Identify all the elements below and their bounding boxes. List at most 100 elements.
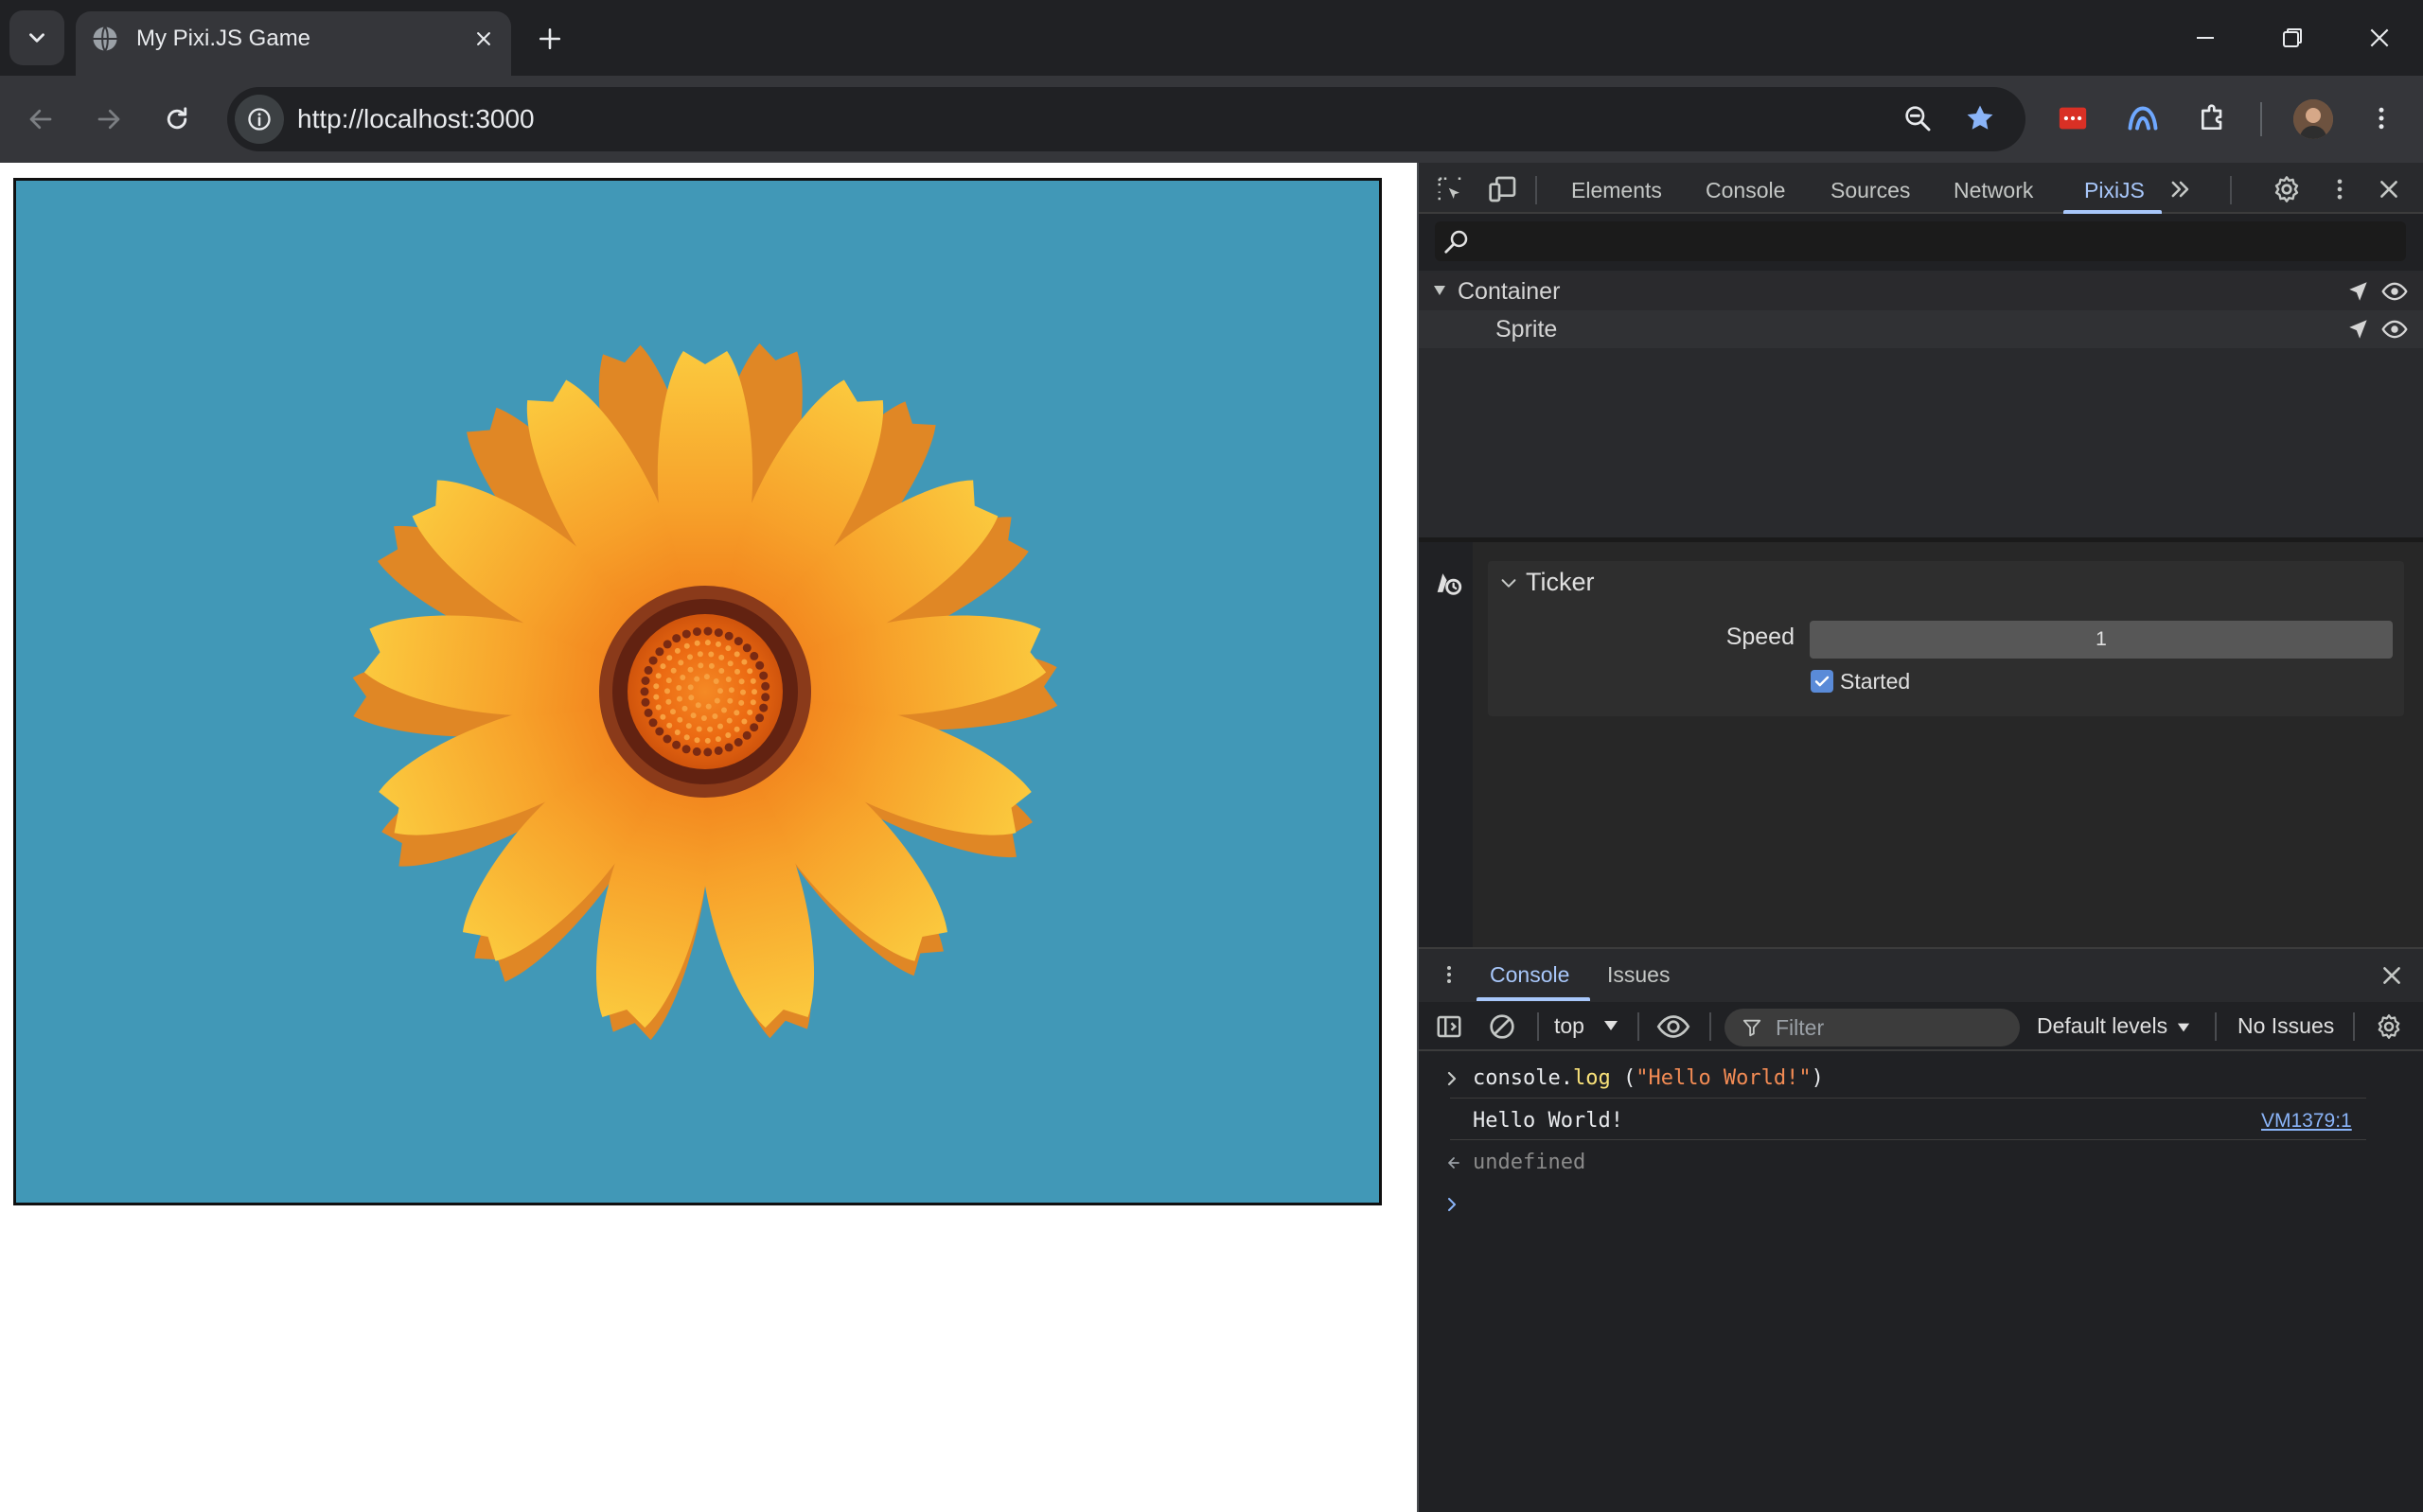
chevron-down-icon[interactable] [1495, 570, 1522, 596]
filter-icon [1740, 1015, 1764, 1040]
pixi-canvas[interactable] [13, 178, 1382, 1205]
tab-elements[interactable]: Elements [1571, 176, 1662, 204]
vpn-extension[interactable] [2120, 96, 2166, 141]
select-arrow-icon[interactable] [2343, 314, 2374, 344]
flower-center-dot [672, 740, 681, 749]
new-tab-button[interactable] [530, 19, 570, 59]
tab-close-button[interactable] [468, 23, 500, 55]
flower-sprite [352, 343, 1058, 1041]
flower-center-dot [728, 687, 734, 694]
device-toolbar-button[interactable] [1484, 170, 1522, 208]
eye-icon[interactable] [2379, 276, 2410, 307]
active-tab-indicator [2063, 210, 2162, 214]
url-text[interactable]: http://localhost:3000 [297, 102, 535, 136]
issues-counter[interactable]: No Issues [2237, 1011, 2334, 1041]
flower-center-dot [653, 683, 660, 690]
log-levels-dropdown[interactable]: Default levels [2037, 1011, 2190, 1041]
tree-label-sprite[interactable]: Sprite [1495, 314, 1557, 344]
forward-button[interactable] [87, 97, 131, 141]
site-info-button[interactable] [235, 95, 284, 144]
clear-icon [1490, 1014, 1514, 1039]
drawer-tab-issues[interactable]: Issues [1607, 960, 1670, 989]
reload-button[interactable] [155, 97, 199, 141]
password-manager-extension[interactable] [2050, 96, 2096, 141]
started-checkbox[interactable] [1811, 670, 1833, 693]
flower-center-dot [641, 697, 650, 707]
flower-center-dot [698, 662, 704, 669]
window-close-button[interactable] [2351, 11, 2408, 64]
flower-center-dot [726, 717, 733, 724]
flower-center-dot [724, 631, 734, 641]
flower-center-dot [678, 659, 684, 666]
log-levels-label: Default levels [2037, 1013, 2168, 1038]
command-object: console [1473, 1066, 1561, 1090]
live-expression-button[interactable] [1654, 1008, 1692, 1046]
expand-triangle-icon[interactable] [1431, 282, 1448, 299]
started-label[interactable]: Started [1840, 667, 1910, 695]
flower-center-dot [697, 651, 703, 658]
scene-search-input[interactable] [1435, 221, 2406, 261]
context-selector[interactable]: top [1554, 1011, 1584, 1041]
devtools-menu-button[interactable] [2321, 170, 2359, 208]
flower-center-dot [725, 677, 732, 682]
flower-center-dot [664, 688, 670, 694]
console-settings-button[interactable] [2370, 1008, 2408, 1046]
toolbar-separator [1537, 1012, 1539, 1041]
console-source-link[interactable]: VM1379:1 [2261, 1108, 2352, 1134]
drawer-close-button[interactable] [2374, 958, 2410, 993]
flower-center-dot [677, 716, 683, 723]
flower-center-dot [660, 663, 666, 670]
flower-center-dot [704, 737, 711, 744]
minimize-button[interactable] [2177, 11, 2234, 64]
tab-pixijs[interactable]: PixiJS [2084, 176, 2145, 204]
flower-center-dot [641, 677, 650, 685]
back-button[interactable] [19, 97, 62, 141]
select-arrow-icon[interactable] [2343, 276, 2374, 307]
filter-input[interactable] [1724, 1009, 2020, 1046]
flower-center-dot [750, 677, 756, 684]
flower-center-dot [677, 695, 682, 702]
tab-console[interactable]: Console [1706, 176, 1785, 204]
tab-search-button[interactable] [9, 10, 64, 65]
flower-center-dot [694, 676, 700, 682]
gear-icon [2274, 176, 2299, 202]
flower-center-dot [742, 730, 752, 740]
flower-center-dot [695, 702, 701, 709]
eye-icon[interactable] [2379, 314, 2410, 344]
clear-console-button[interactable] [1483, 1008, 1521, 1046]
inspect-element-button[interactable] [1431, 170, 1469, 208]
console-return-value: undefined [1473, 1151, 1586, 1174]
tab-sources[interactable]: Sources [1831, 176, 1910, 204]
prompt-chevron-icon[interactable] [1441, 1190, 1463, 1219]
dropdown-arrow-icon[interactable] [1601, 1014, 1620, 1037]
flower-center-dot [727, 660, 734, 667]
flower-center-dot [703, 747, 713, 757]
tab-network[interactable]: Network [1954, 176, 2033, 204]
more-tabs-button[interactable] [2162, 170, 2200, 208]
ticker-title[interactable]: Ticker [1526, 565, 1595, 599]
profile-avatar[interactable] [2293, 99, 2333, 139]
bookmark-button[interactable] [1957, 96, 2003, 141]
tree-node-sprite[interactable] [1419, 310, 2423, 348]
drawer-menu-button[interactable] [1435, 958, 1463, 992]
drawer-tab-console[interactable]: Console [1490, 960, 1569, 989]
extensions-button[interactable] [2190, 96, 2236, 141]
tree-node-container[interactable] [1419, 273, 2423, 310]
tree-label-container[interactable]: Container [1458, 276, 1560, 307]
flower-center-dot [687, 666, 694, 673]
zoom-button[interactable] [1895, 96, 1940, 141]
flower-center-dot [707, 726, 714, 732]
devtools-settings-button[interactable] [2268, 170, 2306, 208]
restore-button[interactable] [2264, 11, 2321, 64]
sidebar-toggle-button[interactable] [1430, 1008, 1468, 1046]
ticker-icon[interactable] [1429, 564, 1467, 602]
command-close-paren: ) [1811, 1066, 1824, 1090]
devtools-close-button[interactable] [2370, 170, 2408, 208]
inspect-icon [1438, 177, 1461, 201]
flower-center-dot [714, 746, 723, 755]
browser-menu-button[interactable] [2359, 96, 2404, 141]
flower-center-dot [670, 709, 676, 715]
flower-center-dot [742, 643, 752, 653]
filter-placeholder[interactable]: Filter [1776, 1012, 1824, 1043]
speed-input[interactable]: 1 [1810, 621, 2393, 659]
